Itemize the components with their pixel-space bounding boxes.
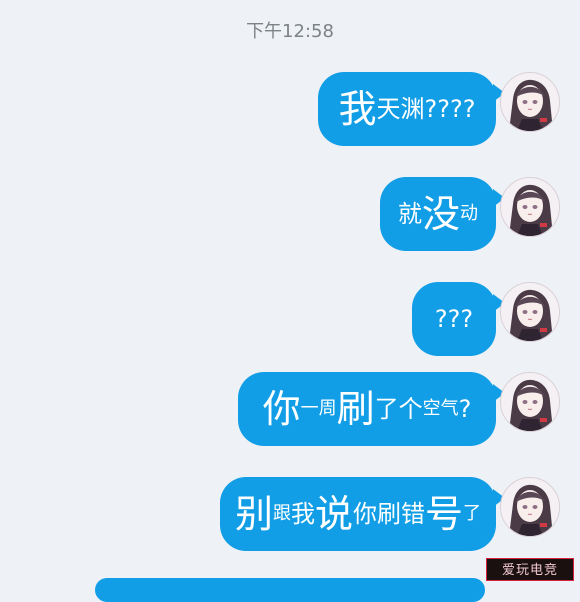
timestamp: 下午12:58	[246, 21, 334, 42]
partial-message-bubble[interactable]	[95, 578, 485, 602]
watermark-logo: 爱玩电竞	[486, 558, 574, 581]
message-row-4: 你 一周 刷 了个 空气 ?	[0, 372, 580, 452]
message-bubble[interactable]: 我 天渊????	[318, 72, 505, 146]
message-segment: 了个	[374, 395, 423, 423]
message-segment: 没	[422, 192, 461, 236]
message-bubble[interactable]: 就 没 动	[380, 177, 505, 251]
message-segment: 刷	[336, 387, 375, 431]
message-segment: 说	[315, 492, 354, 536]
message-segment: ???	[434, 305, 474, 333]
message-segment: ?	[458, 395, 472, 423]
avatar[interactable]	[500, 477, 560, 537]
message-segment: 号	[425, 492, 464, 536]
message-segment: 我	[338, 87, 377, 131]
message-bubble[interactable]: ???	[412, 282, 505, 356]
avatar[interactable]	[500, 282, 560, 342]
message-bubble[interactable]: 别 跟 我 说 你刷错 号 了	[220, 477, 505, 551]
message-row-3: ???	[0, 282, 580, 362]
avatar[interactable]	[500, 372, 560, 432]
message-row-1: 我 天渊????	[0, 72, 580, 152]
message-segment: 跟	[273, 503, 291, 524]
message-segment: 天渊????	[376, 95, 476, 123]
message-row-2: 就 没 动	[0, 177, 580, 257]
message-segment: 空气	[422, 398, 459, 419]
message-segment: 就	[398, 200, 422, 228]
avatar[interactable]	[500, 177, 560, 237]
message-bubble[interactable]: 你 一周 刷 了个 空气 ?	[238, 372, 505, 446]
message-segment: 一周	[300, 398, 337, 419]
message-segment: 你	[262, 387, 301, 431]
message-segment: 我	[291, 500, 315, 528]
message-segment: 别	[234, 492, 273, 536]
message-segment: 你刷错	[353, 500, 426, 528]
avatar[interactable]	[500, 72, 560, 132]
message-segment: 了	[463, 503, 482, 524]
message-segment: 动	[460, 203, 479, 224]
message-row-5: 别 跟 我 说 你刷错 号 了	[0, 477, 580, 557]
